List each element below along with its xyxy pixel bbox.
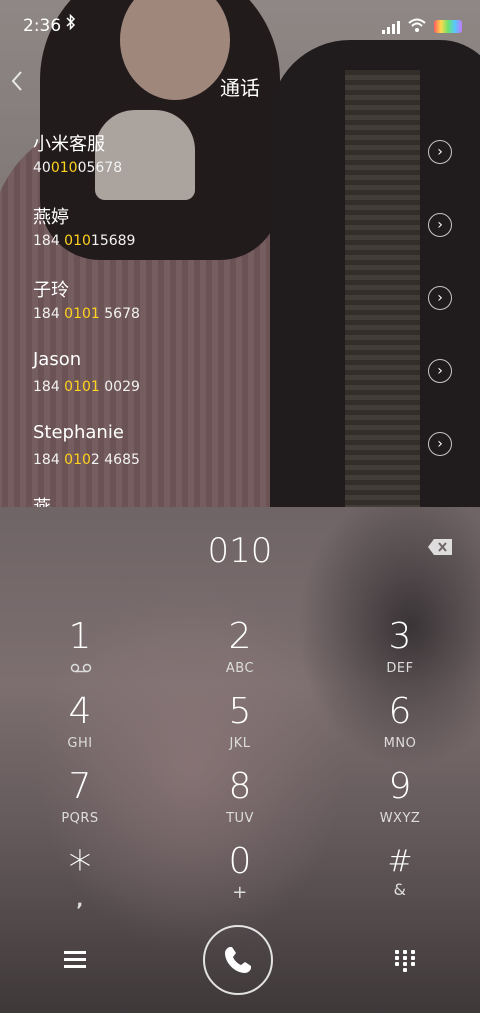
- dialer-panel: 010 1 2 ABC 3 DEF 4 GHI 5 JKL 6 MNO 7 PQ…: [0, 507, 480, 1013]
- keypad: 1 2 ABC 3 DEF 4 GHI 5 JKL 6 MNO 7 PQRS 8…: [0, 617, 480, 917]
- list-item[interactable]: Stephanie 184 0102 4685 ›: [0, 412, 480, 485]
- contact-name: 子玲: [33, 280, 69, 301]
- status-time: 2:36: [23, 16, 62, 36]
- dialpad-icon[interactable]: [395, 950, 415, 972]
- dialed-number: 010: [207, 531, 273, 571]
- contact-number: 4001005678: [33, 160, 123, 176]
- menu-icon[interactable]: [64, 951, 86, 969]
- contact-number: 184 0101 0029: [33, 379, 140, 395]
- key-3[interactable]: 3 DEF: [320, 617, 480, 692]
- list-item[interactable]: 子玲 184 0101 5678 ›: [0, 266, 480, 339]
- wifi-icon: [408, 17, 426, 36]
- key-9[interactable]: 9 WXYZ: [320, 767, 480, 842]
- contact-name: Jason: [33, 349, 82, 370]
- status-bar: 2:36: [0, 0, 480, 52]
- key-star[interactable]: * ,: [0, 842, 160, 917]
- page-title: 通话: [220, 76, 260, 100]
- bluetooth-icon: [66, 13, 76, 34]
- key-1[interactable]: 1: [0, 617, 160, 692]
- signal-icon: [382, 20, 400, 34]
- contact-number: 184 01015689: [33, 233, 136, 249]
- voicemail-icon: [70, 663, 92, 673]
- key-5[interactable]: 5 JKL: [160, 692, 320, 767]
- key-4[interactable]: 4 GHI: [0, 692, 160, 767]
- list-item[interactable]: 燕婷 184 01015689 ›: [0, 193, 480, 266]
- contact-list: 小米客服 4001005678 › 燕婷 184 01015689 › 子玲 1…: [0, 120, 480, 510]
- contact-name: 小米客服: [33, 134, 105, 155]
- backspace-icon[interactable]: [428, 539, 452, 555]
- header: 通话: [0, 62, 480, 106]
- key-7[interactable]: 7 PQRS: [0, 767, 160, 842]
- contact-name: 燕婷: [33, 207, 69, 228]
- chevron-right-icon[interactable]: ›: [428, 359, 452, 383]
- contact-number: 184 0101 5678: [33, 306, 140, 322]
- chevron-right-icon[interactable]: ›: [428, 213, 452, 237]
- key-2[interactable]: 2 ABC: [160, 617, 320, 692]
- contact-number: 184 0102 4685: [33, 452, 140, 468]
- key-hash[interactable]: # &: [320, 842, 480, 917]
- key-6[interactable]: 6 MNO: [320, 692, 480, 767]
- call-button[interactable]: [203, 925, 273, 995]
- phone-icon: [225, 947, 251, 973]
- key-8[interactable]: 8 TUV: [160, 767, 320, 842]
- contact-name: Stephanie: [33, 422, 124, 443]
- chevron-right-icon[interactable]: ›: [428, 286, 452, 310]
- battery-icon: [434, 20, 462, 33]
- list-item[interactable]: Jason 184 0101 0029 ›: [0, 339, 480, 412]
- dialer-actions: [0, 925, 480, 999]
- chevron-right-icon[interactable]: ›: [428, 140, 452, 164]
- key-0[interactable]: 0 +: [160, 842, 320, 917]
- list-item[interactable]: 小米客服 4001005678 ›: [0, 120, 480, 193]
- chevron-right-icon[interactable]: ›: [428, 432, 452, 456]
